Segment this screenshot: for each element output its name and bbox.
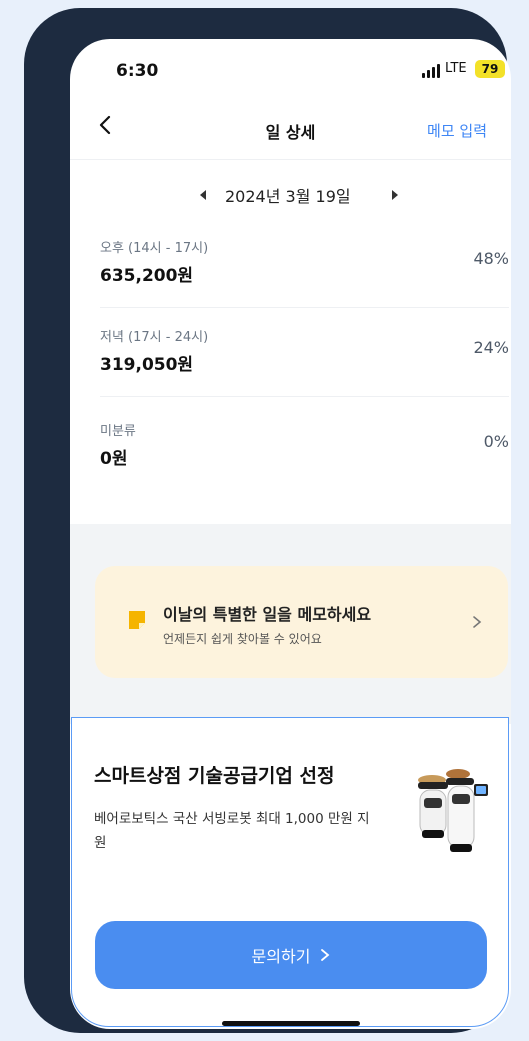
chevron-right-icon [321,949,330,961]
signal-icon [422,64,442,78]
sales-amount: 0원 [100,449,128,469]
phone-frame: 6:30 LTE 79 일 상세 메모 입력 2024년 3월 19일 오후 (… [24,8,511,1033]
memo-card[interactable]: 이날의 특별한 일을 메모하세요 언제든지 쉽게 찾아볼 수 있어요 [95,566,508,678]
list-item: 오후 (14시 - 17시) 635,200원 48% [100,237,509,327]
promo-description: 베어로보틱스 국산 서빙로봇 최대 1,000 만원 지원 [94,811,370,851]
time-slot-label: 미분류 [100,424,136,439]
memo-card-subtitle: 언제든지 쉽게 찾아볼 수 있어요 [163,632,322,646]
battery-indicator: 79 [475,60,505,78]
divider [100,396,509,397]
next-date-button[interactable] [390,186,400,200]
memo-card-title: 이날의 특별한 일을 메모하세요 [163,605,372,624]
home-indicator [222,1021,360,1026]
divider [100,307,509,308]
inquiry-button-label: 문의하기 [251,947,311,966]
status-time: 6:30 [116,61,159,81]
inquiry-button[interactable]: 문의하기 [95,921,487,989]
caret-left-icon [200,190,206,200]
sales-amount: 635,200원 [100,266,194,286]
serving-robot-image [402,758,492,863]
time-slot-label: 저녁 (17시 - 24시) [100,330,209,345]
promo-banner: 스마트상점 기술공급기업 선정 베어로보틱스 국산 서빙로봇 최대 1,000 … [71,717,509,1027]
date-navigator: 2024년 3월 19일 [70,159,511,228]
network-label: LTE [445,61,467,76]
caret-right-icon [392,190,398,200]
sales-amount: 319,050원 [100,355,194,375]
chevron-right-icon [472,614,482,628]
current-date: 2024년 3월 19일 [225,187,351,206]
promo-title: 스마트상점 기술공급기업 선정 [94,765,335,787]
previous-date-button[interactable] [198,186,208,200]
sales-percent: 24% [473,338,509,357]
list-item: 저녁 (17시 - 24시) 319,050원 24% [100,326,509,416]
memo-note-icon [127,609,147,631]
list-item: 미분류 0원 0% [100,420,509,510]
nav-bar: 일 상세 메모 입력 [70,99,511,159]
status-bar: 6:30 LTE 79 [70,39,511,99]
sales-percent: 0% [483,432,509,451]
sales-percent: 48% [473,249,509,268]
time-slot-label: 오후 (14시 - 17시) [100,241,209,256]
memo-input-link[interactable]: 메모 입력 [427,120,487,141]
phone-screen: 6:30 LTE 79 일 상세 메모 입력 2024년 3월 19일 오후 (… [70,39,511,1029]
